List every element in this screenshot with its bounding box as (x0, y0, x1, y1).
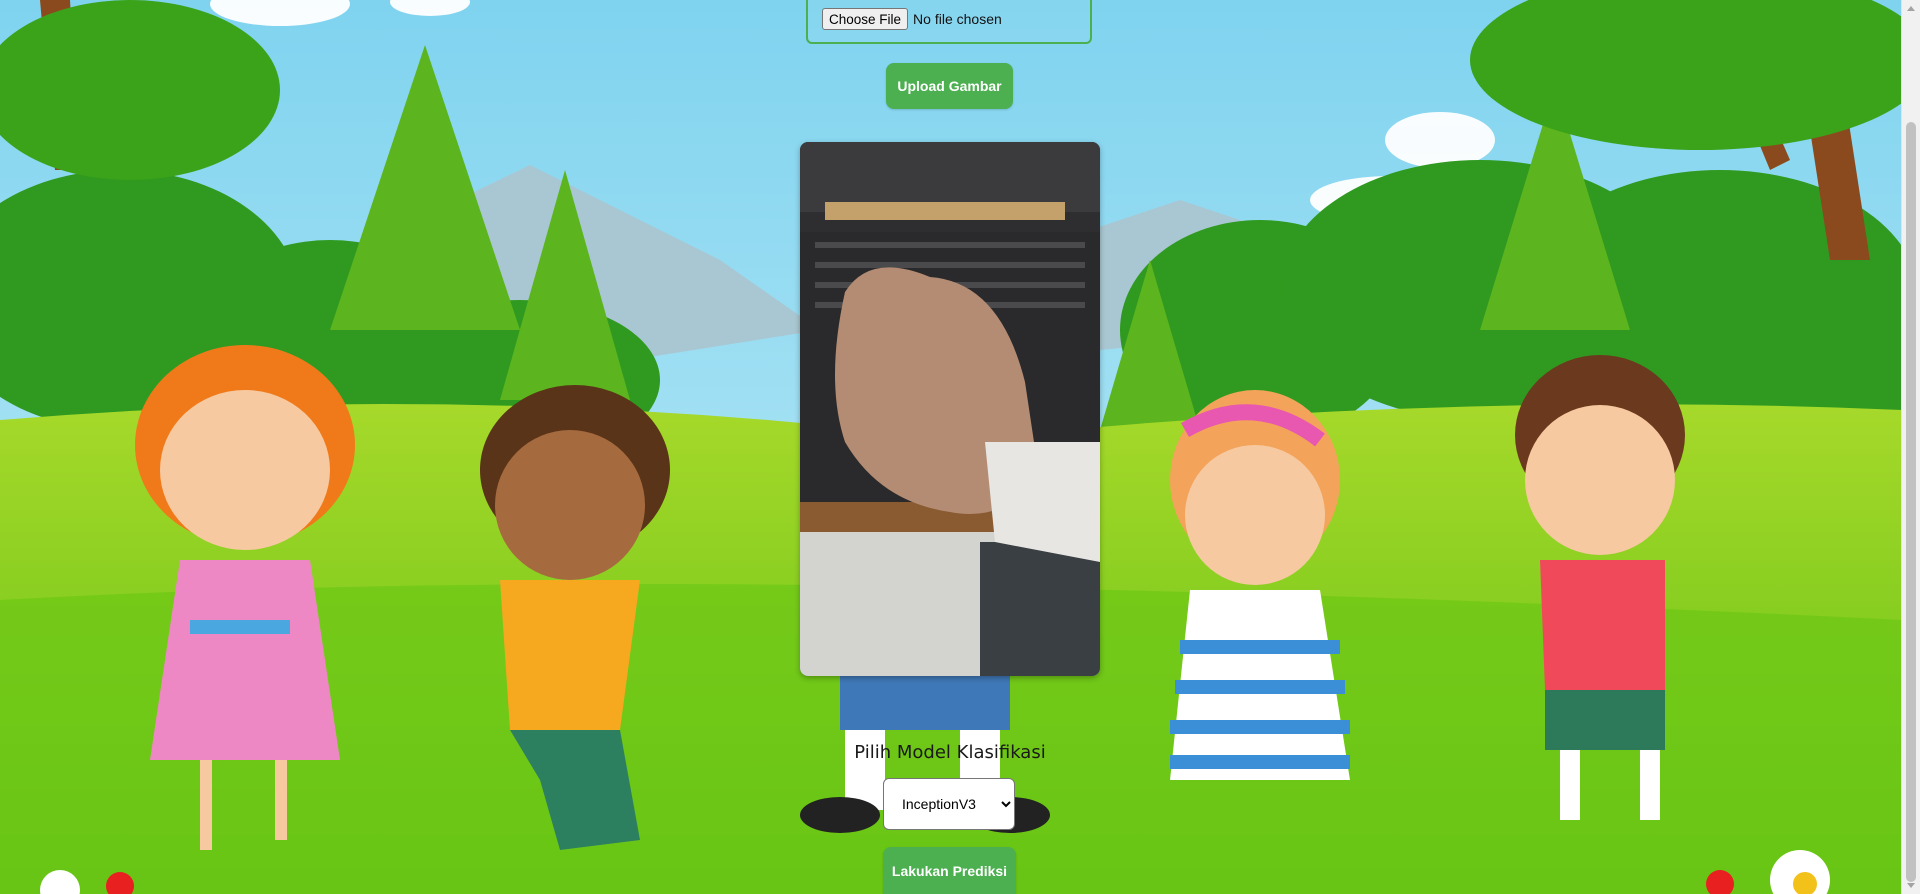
model-select-label: Pilih Model Klasifikasi (854, 742, 1046, 763)
file-input[interactable]: Choose File No file chosen (822, 8, 1002, 30)
predict-button[interactable]: Lakukan Prediksi (883, 847, 1016, 894)
choose-file-button[interactable]: Choose File (822, 8, 909, 30)
uploaded-image-preview (800, 142, 1100, 676)
file-status-text: No file chosen (913, 11, 1002, 27)
scroll-down-arrow-icon[interactable] (1907, 883, 1915, 888)
model-select-dropdown[interactable]: InceptionV3 (883, 778, 1015, 830)
vertical-scrollbar[interactable] (1901, 0, 1920, 894)
upload-image-button[interactable]: Upload Gambar (886, 63, 1013, 109)
scrollbar-thumb[interactable] (1906, 122, 1916, 882)
preview-photo (800, 142, 1100, 676)
scroll-up-arrow-icon[interactable] (1907, 6, 1915, 11)
